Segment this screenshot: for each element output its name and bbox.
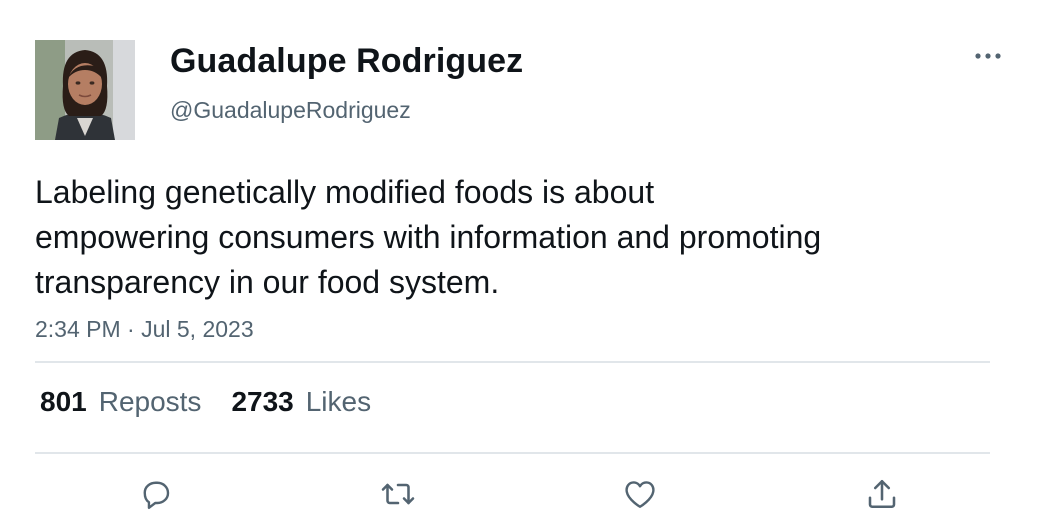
- likes-stat[interactable]: 2733 Likes: [231, 386, 371, 418]
- likes-label: Likes: [305, 386, 372, 417]
- tweet-text: Labeling genetically modified foods is a…: [35, 170, 975, 305]
- author-handle[interactable]: @GuadalupeRodriguez: [170, 97, 411, 124]
- more-horizontal-icon: [975, 53, 1001, 59]
- repost-button[interactable]: [376, 472, 420, 516]
- engagement-stats: 801 Reposts 2733 Likes: [40, 386, 371, 418]
- like-button[interactable]: [618, 472, 662, 516]
- reposts-stat[interactable]: 801 Reposts: [40, 386, 201, 418]
- repost-icon: [381, 483, 415, 505]
- divider: [35, 452, 990, 454]
- reposts-count: 801: [40, 386, 87, 417]
- tweet-card: Guadalupe Rodriguez @GuadalupeRodriguez …: [0, 0, 1050, 525]
- reply-icon: [143, 481, 170, 509]
- heart-icon: [625, 481, 655, 508]
- tweet-timestamp[interactable]: 2:34 PM · Jul 5, 2023: [35, 316, 254, 343]
- avatar-image: [35, 40, 135, 140]
- likes-count: 2733: [231, 386, 294, 417]
- author-display-name[interactable]: Guadalupe Rodriguez: [170, 42, 523, 81]
- tweet-text-line: Labeling genetically modified foods is a…: [35, 174, 655, 210]
- reply-button[interactable]: [134, 472, 178, 516]
- share-button[interactable]: [860, 472, 904, 516]
- more-options-button[interactable]: [966, 40, 1010, 72]
- share-icon: [868, 479, 896, 509]
- tweet-text-line: empowering consumers with information an…: [35, 219, 822, 255]
- reposts-label: Reposts: [98, 386, 202, 417]
- divider: [35, 361, 990, 363]
- avatar[interactable]: [35, 40, 135, 140]
- tweet-text-line: transparency in our food system.: [35, 264, 500, 300]
